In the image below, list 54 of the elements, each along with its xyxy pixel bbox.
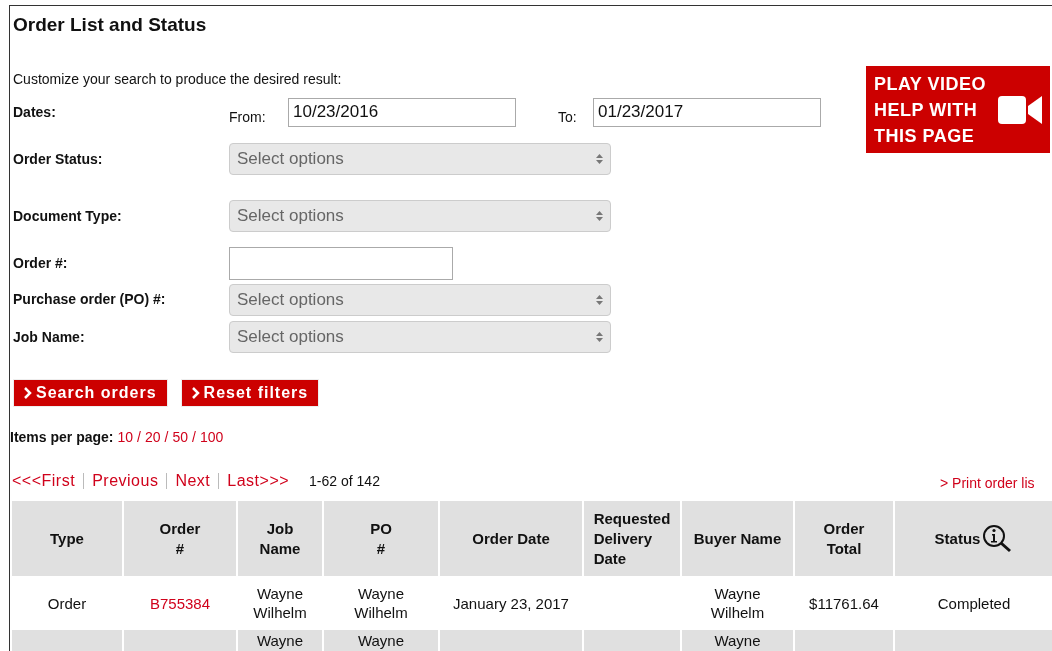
print-order-list-link[interactable]: > Print order lis (940, 473, 1035, 494)
column-header: Job Name (238, 501, 322, 576)
column-header: Requested Delivery Date (584, 501, 680, 576)
column-header: Buyer Name (682, 501, 793, 576)
to-label: To: (558, 107, 578, 127)
intro-text: Customize your search to produce the desired result: (13, 70, 342, 89)
select-field[interactable]: Select options (229, 143, 611, 175)
page-size-link[interactable]: 100 (199, 427, 224, 448)
filter-label: Order Status: (13, 149, 104, 169)
pager-link[interactable]: Last>>> (227, 469, 290, 493)
order-number-field[interactable] (229, 247, 453, 280)
filter-label: Purchase order (PO) #: (13, 290, 167, 309)
column-header: Order Date (440, 501, 582, 576)
select-field[interactable]: Select options (229, 200, 611, 232)
video-help-banner[interactable]: PLAY VIDEO HELP WITH THIS PAGE (866, 66, 1050, 153)
chevron-icon (24, 387, 32, 399)
sort-arrows-icon (596, 332, 603, 342)
page-size-link[interactable]: 10 (117, 427, 134, 448)
sort-arrows-icon (596, 211, 603, 221)
items-per-page-label: Items per page: (10, 428, 114, 447)
separator: / (191, 428, 197, 447)
select-field[interactable]: Select options (229, 321, 611, 353)
filter-label: Dates: (13, 102, 57, 122)
sort-arrows-icon (596, 154, 603, 164)
separator: / (163, 428, 170, 447)
table-cell: Wayne (682, 630, 793, 651)
filter-label: Document Type: (13, 206, 123, 226)
table-cell: Wayne (238, 630, 322, 651)
from-label: From: (229, 107, 267, 127)
chevron-icon (191, 387, 200, 399)
column-header: Type (12, 501, 122, 576)
column-header: Order Total (795, 501, 893, 576)
page-range: 1-62 of 142 (309, 471, 380, 491)
separator: / (136, 428, 142, 447)
pager-link[interactable]: Previous (92, 469, 159, 493)
page-size-link[interactable]: 20 (144, 427, 161, 448)
date-field[interactable]: 01/23/2017 (593, 97, 821, 127)
sort-arrows-icon (596, 294, 603, 305)
page-size-link[interactable]: 50 (172, 427, 188, 448)
select-field[interactable]: Select options (229, 283, 611, 316)
column-header: Status (895, 501, 1052, 576)
filter-button[interactable]: Search orders (13, 379, 168, 407)
info-search-icon[interactable] (983, 524, 1014, 553)
column-header: Order # (124, 501, 236, 576)
column-header: PO # (324, 501, 438, 576)
pager-link[interactable]: Next (175, 469, 211, 493)
date-field[interactable]: 10/23/2016 (288, 97, 516, 127)
video-camera-icon (998, 93, 1042, 126)
table-cell: Wayne (324, 630, 438, 651)
filter-label: Job Name: (13, 327, 86, 347)
filter-label: Order #: (13, 254, 69, 273)
filter-button[interactable]: Reset filters (180, 379, 320, 407)
page-title: Order List and Status (13, 13, 207, 37)
pager-link[interactable]: <<<First (12, 469, 76, 493)
